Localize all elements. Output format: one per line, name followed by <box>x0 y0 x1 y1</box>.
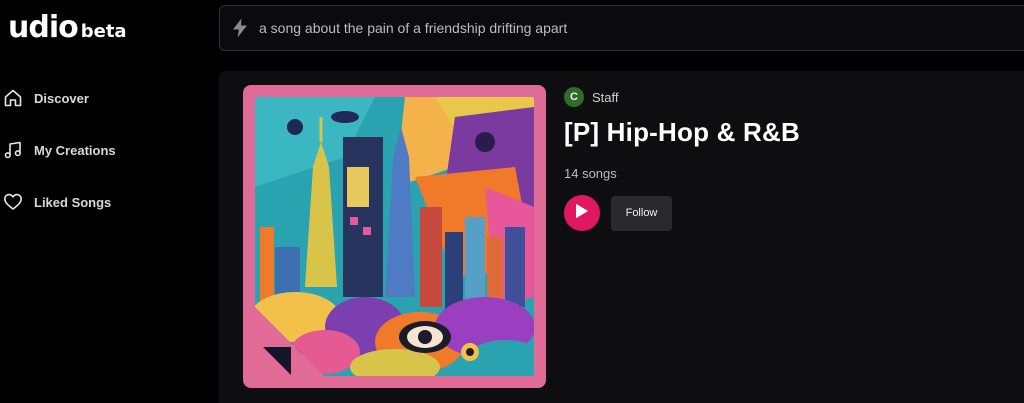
playlist-actions: Follow <box>564 195 800 231</box>
home-icon <box>2 87 24 109</box>
sidebar-item-discover[interactable]: Discover <box>0 72 210 124</box>
app-root: udio beta Discover My Creations Liked So… <box>0 0 1024 403</box>
playlist-panel: C Staff [P] Hip-Hop & R&B 14 songs Follo… <box>219 71 1024 403</box>
search-bar[interactable] <box>219 5 1024 51</box>
playlist-owner[interactable]: C Staff <box>564 85 800 109</box>
sidebar-item-label: Liked Songs <box>34 194 112 210</box>
play-button[interactable] <box>564 195 600 231</box>
sidebar: Discover My Creations Liked Songs <box>0 72 210 228</box>
avatar: C <box>564 87 584 107</box>
sidebar-item-label: My Creations <box>34 142 116 158</box>
sidebar-item-my-creations[interactable]: My Creations <box>0 124 210 176</box>
follow-button[interactable]: Follow <box>611 195 672 231</box>
song-count: 14 songs <box>564 166 617 181</box>
sidebar-item-liked-songs[interactable]: Liked Songs <box>0 176 210 228</box>
cover-artwork <box>255 97 534 376</box>
udio-logo[interactable]: udio beta <box>8 10 127 45</box>
logo-wordmark: udio <box>8 10 79 45</box>
playlist-cover[interactable] <box>243 85 546 388</box>
playlist-info: C Staff [P] Hip-Hop & R&B 14 songs Follo… <box>564 85 800 231</box>
page-title: [P] Hip-Hop & R&B <box>564 117 800 147</box>
lightning-icon <box>232 18 250 38</box>
heart-icon <box>2 191 24 213</box>
owner-name: Staff <box>592 89 619 105</box>
play-icon <box>575 203 589 224</box>
sidebar-item-label: Discover <box>34 90 89 106</box>
logo-beta-tag: beta <box>80 21 127 42</box>
search-input[interactable] <box>259 20 959 36</box>
music-note-icon <box>2 139 24 161</box>
